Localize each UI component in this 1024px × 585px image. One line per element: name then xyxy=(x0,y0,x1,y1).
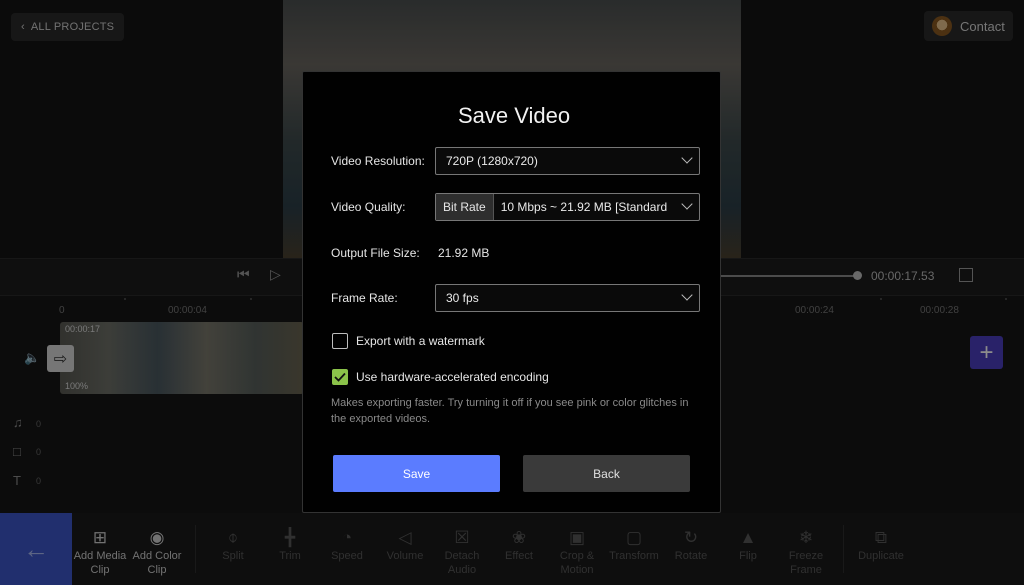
resolution-label: Video Resolution: xyxy=(331,154,425,168)
watermark-checkbox[interactable] xyxy=(332,333,348,349)
file-size-label: Output File Size: xyxy=(331,246,420,260)
chevron-down-icon xyxy=(681,289,693,301)
quality-label: Video Quality: xyxy=(331,200,406,214)
hw-encoding-checkbox[interactable] xyxy=(332,369,348,385)
save-button[interactable]: Save xyxy=(333,455,500,492)
framerate-value: 30 fps xyxy=(446,291,479,305)
bit-rate-toggle[interactable]: Bit Rate xyxy=(436,194,494,220)
hw-encoding-label: Use hardware-accelerated encoding xyxy=(356,370,549,384)
checkmark-icon xyxy=(334,372,346,382)
resolution-select[interactable]: 720P (1280x720) xyxy=(435,147,700,175)
file-size-value: 21.92 MB xyxy=(438,246,490,260)
chevron-down-icon xyxy=(681,152,693,164)
quality-value: 10 Mbps ~ 21.92 MB [Standard xyxy=(500,200,668,214)
chevron-down-icon xyxy=(681,198,693,210)
watermark-label: Export with a watermark xyxy=(356,334,485,348)
hw-encoding-note: Makes exporting faster. Try turning it o… xyxy=(331,397,689,425)
back-button[interactable]: Back xyxy=(523,455,690,492)
framerate-label: Frame Rate: xyxy=(331,291,398,305)
dialog-title: Save Video xyxy=(458,103,571,128)
resolution-value: 720P (1280x720) xyxy=(446,154,538,168)
quality-select[interactable]: Bit Rate 10 Mbps ~ 21.92 MB [Standard xyxy=(435,193,700,221)
framerate-select[interactable]: 30 fps xyxy=(435,284,700,312)
